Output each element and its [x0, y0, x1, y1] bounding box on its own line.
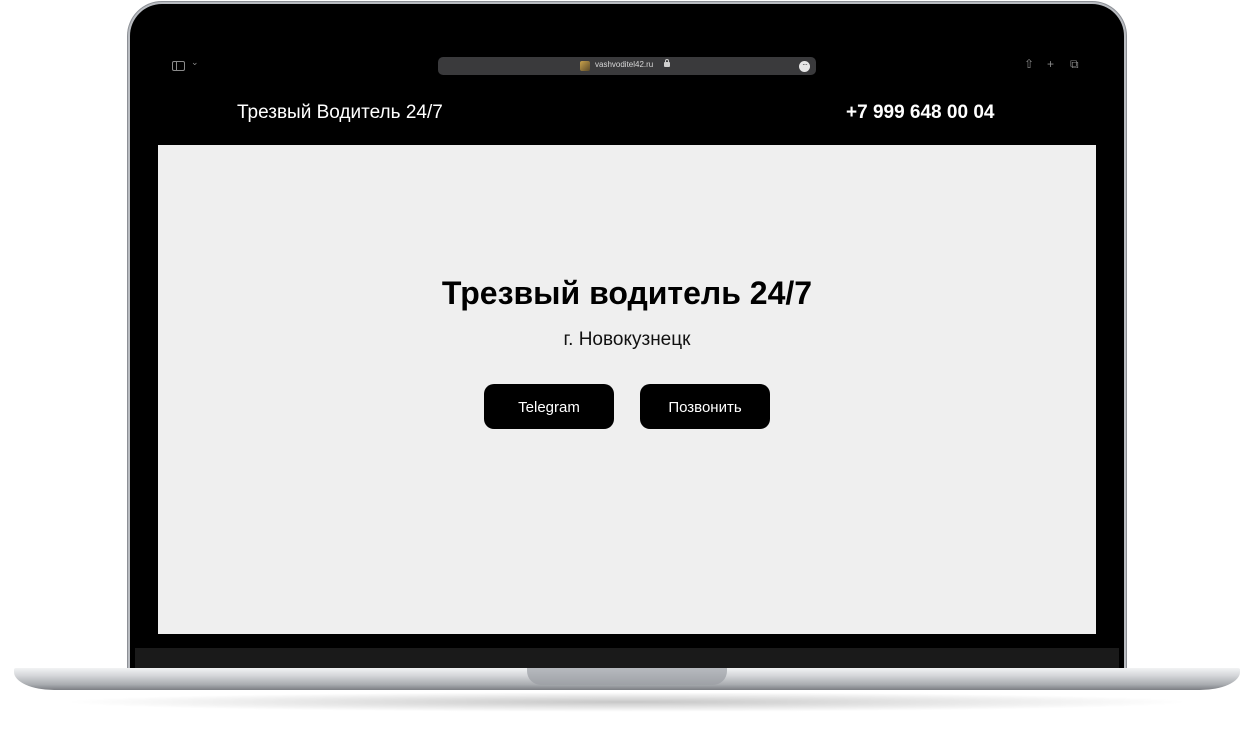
laptop-mockup: ⌄ vashvoditel42.ru ··· ⇧ + ⧉ Трезвый Вод…	[0, 0, 1254, 739]
laptop-shadow	[60, 692, 1194, 712]
call-button[interactable]: Позвонить	[640, 384, 770, 429]
more-icon[interactable]: ···	[799, 61, 810, 72]
hero-section: Трезвый водитель 24/7 г. Новокузнецк Tel…	[158, 145, 1096, 634]
laptop-bottom-strip	[135, 648, 1119, 670]
page-title: Трезвый водитель 24/7	[441, 275, 813, 311]
share-icon[interactable]: ⇧	[1024, 57, 1034, 71]
city-subtitle: г. Новокузнецк	[563, 329, 691, 350]
lock-icon	[664, 59, 670, 67]
site-header: Трезвый Водитель 24/7 +7 999 648 00 04	[158, 88, 1096, 145]
browser-toolbar: ⌄ vashvoditel42.ru ··· ⇧ + ⧉	[158, 44, 1096, 88]
url-text: vashvoditel42.ru	[595, 60, 654, 69]
tabs-icon[interactable]: ⧉	[1070, 57, 1079, 72]
plus-icon[interactable]: +	[1047, 57, 1054, 71]
brand-name[interactable]: Трезвый Водитель 24/7	[237, 102, 443, 124]
chevron-down-icon[interactable]: ⌄	[191, 57, 199, 68]
address-bar[interactable]: vashvoditel42.ru ···	[438, 57, 816, 75]
sidebar-icon[interactable]	[172, 61, 185, 71]
phone-link[interactable]: +7 999 648 00 04	[846, 102, 994, 124]
telegram-button[interactable]: Telegram	[484, 384, 614, 429]
favicon-icon	[580, 61, 590, 71]
laptop-opening-notch	[527, 668, 727, 685]
browser-window: ⌄ vashvoditel42.ru ··· ⇧ + ⧉ Трезвый Вод…	[158, 44, 1096, 634]
